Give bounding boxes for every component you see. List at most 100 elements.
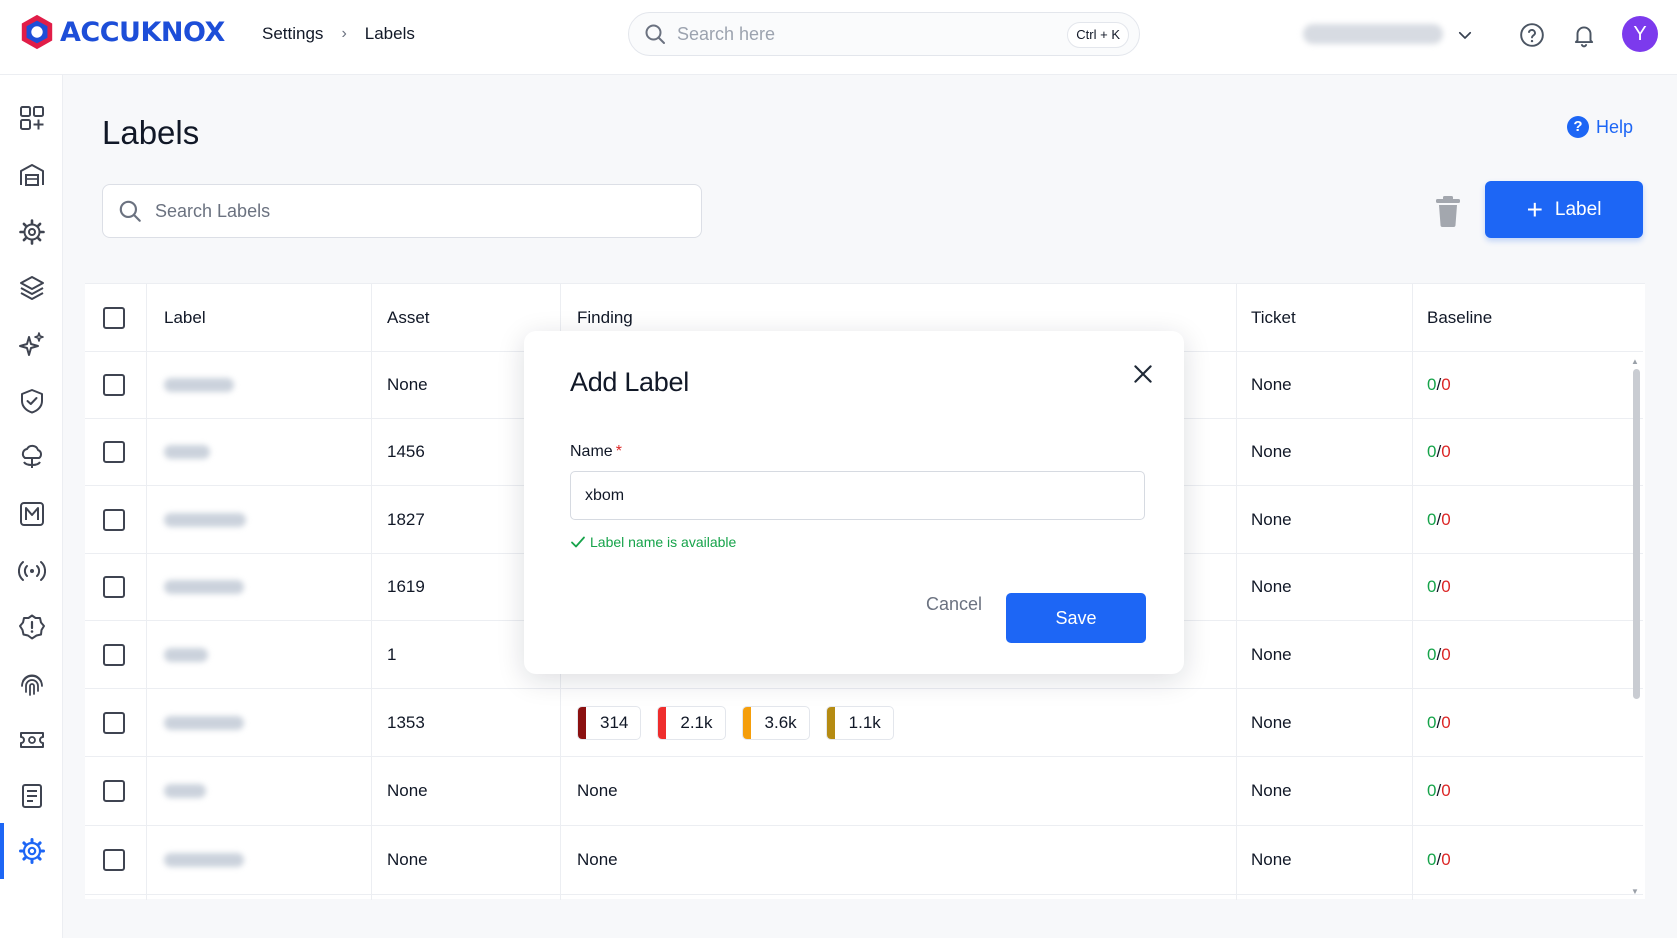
top-bar: ACCUKNOX Settings › Labels Ctrl + K Y	[0, 0, 1677, 75]
row-checkbox[interactable]	[103, 508, 125, 531]
sidebar-item-dashboard[interactable]	[0, 95, 63, 141]
baseline-total-count: 0	[1441, 712, 1451, 732]
sidebar-item-tickets[interactable]	[0, 717, 63, 763]
global-search-input[interactable]	[677, 23, 1057, 45]
severity-low-badge[interactable]: 1.1k	[825, 705, 894, 740]
severity-critical-count: 314	[600, 712, 629, 732]
scrollbar-thumb[interactable]	[1633, 369, 1640, 699]
check-icon	[571, 536, 585, 548]
report-list-icon	[21, 784, 42, 808]
save-button[interactable]: Save	[1006, 593, 1146, 643]
table-row[interactable]: 1353 314 2.1k 3.6k 1.1k None 0/0	[85, 689, 1643, 757]
severity-low-count: 1.1k	[848, 712, 881, 732]
baseline-cell: 0/0	[1427, 712, 1451, 732]
row-checkbox[interactable]	[103, 849, 125, 871]
row-checkbox[interactable]	[103, 441, 125, 463]
labels-search[interactable]	[102, 184, 702, 238]
select-all-checkbox[interactable]	[103, 306, 125, 329]
sidebar-item-m[interactable]	[0, 491, 63, 537]
sidebar-item-security[interactable]	[0, 378, 63, 424]
alert-badge-icon	[18, 614, 45, 640]
label-name-cell	[164, 689, 244, 756]
sidebar-item-settings[interactable]	[0, 823, 63, 879]
redacted-label-name[interactable]	[164, 445, 210, 459]
row-checkbox[interactable]	[103, 643, 125, 666]
redacted-label-name[interactable]	[164, 512, 246, 527]
baseline-ok-count: 0	[1427, 850, 1437, 869]
chevron-down-icon[interactable]	[1456, 26, 1474, 44]
label-name-cell	[164, 826, 244, 894]
ticket-cell: None	[1251, 850, 1292, 869]
add-label-button[interactable]: + Label	[1485, 181, 1643, 238]
sidebar-item-runtime[interactable]	[0, 434, 63, 480]
column-header-baseline[interactable]: Baseline	[1427, 284, 1492, 351]
label-name-cell	[164, 757, 206, 825]
severity-critical-bar	[578, 706, 586, 739]
row-checkbox[interactable]	[103, 576, 125, 598]
baseline-cell: 0/0	[1427, 850, 1451, 869]
column-header-asset[interactable]: Asset	[387, 284, 430, 351]
sidebar-item-layers[interactable]	[0, 265, 63, 311]
asset-cell: None	[387, 850, 428, 869]
sidebar-item-reports[interactable]	[0, 773, 63, 819]
severity-high-badge[interactable]: 2.1k	[657, 705, 726, 740]
finding-cell: None	[577, 781, 618, 800]
asset-cell: None	[387, 375, 428, 394]
sidebar-item-cog[interactable]	[0, 209, 63, 255]
severity-medium-count: 3.6k	[764, 712, 797, 732]
sidebar-item-inventory[interactable]	[0, 152, 63, 198]
layers-icon	[19, 276, 44, 300]
scroll-down-arrow-icon[interactable]: ▼	[1631, 887, 1639, 896]
column-header-ticket[interactable]: Ticket	[1251, 284, 1296, 351]
ticket-cell: None	[1251, 375, 1292, 394]
table-scrollbar[interactable]: ▲ ▼	[1631, 357, 1641, 896]
sidebar-item-ai[interactable]	[0, 322, 63, 368]
scroll-up-arrow-icon[interactable]: ▲	[1631, 357, 1639, 366]
cancel-button[interactable]: Cancel	[914, 589, 994, 619]
row-checkbox[interactable]	[103, 780, 125, 802]
row-select-cell	[103, 757, 125, 825]
account-switcher-name[interactable]	[1303, 24, 1443, 44]
broadcast-icon	[17, 561, 46, 581]
close-icon[interactable]	[1130, 361, 1156, 387]
row-select-cell	[103, 419, 125, 485]
table-row[interactable]: None None None 0/0	[85, 826, 1643, 895]
severity-critical-badge[interactable]: 314	[577, 705, 642, 740]
redacted-label-name[interactable]	[164, 715, 244, 730]
row-select-cell	[103, 826, 125, 894]
asset-cell: None	[387, 781, 428, 800]
redacted-label-name[interactable]	[164, 580, 244, 594]
column-header-label[interactable]: Label	[164, 284, 206, 351]
row-select-cell	[103, 689, 125, 756]
help-circle-icon[interactable]	[1519, 22, 1545, 48]
label-name-cell	[164, 419, 210, 485]
baseline-cell: 0/0	[1427, 375, 1451, 394]
label-name-input[interactable]	[570, 471, 1145, 520]
row-checkbox[interactable]	[103, 711, 125, 734]
severity-medium-badge[interactable]: 3.6k	[741, 705, 810, 740]
accuknox-logo[interactable]: ACCUKNOX	[18, 13, 225, 51]
delete-trash-icon[interactable]	[1433, 194, 1463, 228]
ticket-cell: None	[1251, 712, 1292, 732]
labels-search-input[interactable]	[155, 200, 655, 222]
table-row[interactable]: None None None 0/0	[85, 757, 1643, 826]
help-link[interactable]: ? Help	[1566, 116, 1633, 138]
user-avatar[interactable]: Y	[1622, 16, 1658, 52]
redacted-label-name[interactable]	[164, 378, 234, 392]
row-select-cell	[103, 352, 125, 418]
sidebar-item-alerts[interactable]	[0, 604, 63, 650]
add-label-button-text: Label	[1554, 198, 1602, 220]
sidebar-item-identity[interactable]	[0, 661, 63, 707]
baseline-cell: 0/0	[1427, 644, 1451, 664]
baseline-ok-count: 0	[1427, 577, 1437, 596]
breadcrumb-settings[interactable]: Settings	[262, 24, 323, 44]
sidebar-item-broadcast[interactable]	[0, 548, 63, 594]
add-label-dialog: Add Label Name* Label name is available …	[524, 331, 1184, 674]
redacted-label-name[interactable]	[164, 853, 244, 867]
bell-icon[interactable]	[1571, 22, 1597, 48]
row-checkbox[interactable]	[103, 374, 125, 396]
accuknox-logo-icon	[21, 14, 53, 50]
redacted-label-name[interactable]	[164, 784, 206, 798]
global-search[interactable]: Ctrl + K	[628, 12, 1140, 56]
redacted-label-name[interactable]	[164, 647, 208, 662]
